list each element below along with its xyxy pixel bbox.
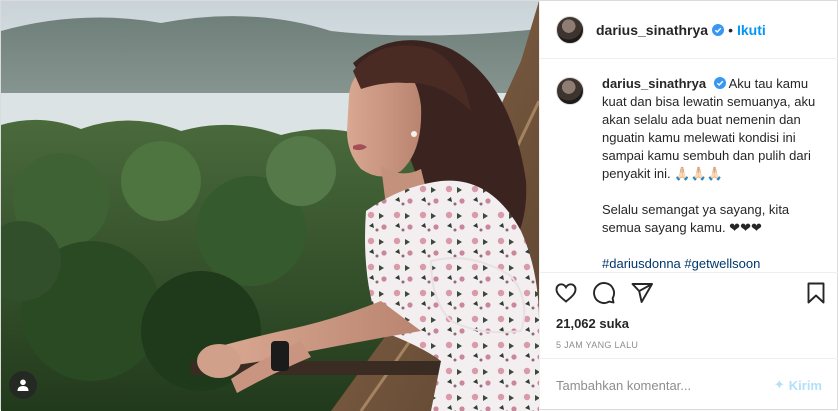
user-tag-icon xyxy=(17,379,29,391)
share-button[interactable] xyxy=(630,281,654,305)
photo-scene xyxy=(1,1,539,411)
send-button[interactable]: ✦ Kirim xyxy=(774,377,822,393)
send-label: Kirim xyxy=(788,377,822,393)
bookmark-icon xyxy=(807,282,825,304)
hashtag-link[interactable]: #getwellsoon xyxy=(684,256,760,271)
caption-text-1: Aku tau kamu kuat dan bisa lewatin semua… xyxy=(602,76,816,181)
caption-paragraph-1: darius_sinathrya Aku tau kamu kuat dan b… xyxy=(602,75,822,183)
comment-input[interactable] xyxy=(556,377,774,393)
instagram-post: darius_sinathrya • Ikuti darius_sinathry… xyxy=(0,0,838,411)
user-tag-button[interactable] xyxy=(9,371,37,399)
caption-body: darius_sinathrya Aku tau kamu kuat dan b… xyxy=(602,75,822,272)
comments-area[interactable]: darius_sinathrya Aku tau kamu kuat dan b… xyxy=(540,59,838,274)
comment-icon xyxy=(593,282,615,305)
post-header: darius_sinathrya • Ikuti xyxy=(540,1,838,59)
caption-avatar[interactable] xyxy=(556,77,584,105)
caption-paragraph-2: Selalu semangat ya sayang, kita semua sa… xyxy=(602,201,822,237)
separator-dot: • xyxy=(728,21,733,38)
author-username[interactable]: darius_sinathrya xyxy=(596,22,708,38)
caption-username[interactable]: darius_sinathrya xyxy=(602,76,706,91)
action-bar xyxy=(540,273,838,313)
verified-badge-icon xyxy=(712,23,725,36)
caption: darius_sinathrya Aku tau kamu kuat dan b… xyxy=(556,75,822,272)
caption-text-2: Selalu semangat ya sayang, kita semua sa… xyxy=(602,202,790,235)
caption-hashtags: #dariusdonna #getwellsoon xyxy=(602,255,822,272)
author-avatar[interactable] xyxy=(556,15,584,44)
post-side-panel: darius_sinathrya • Ikuti darius_sinathry… xyxy=(539,1,838,411)
hashtag-link[interactable]: #dariusdonna xyxy=(602,256,681,271)
header-line: darius_sinathrya • Ikuti xyxy=(584,22,766,38)
comment-button[interactable] xyxy=(592,281,616,305)
emoji-icon[interactable]: ✦ xyxy=(774,377,785,393)
post-timestamp[interactable]: 5 JAM YANG LALU xyxy=(540,335,838,359)
like-button[interactable] xyxy=(554,281,578,305)
caption-verified-badge-icon xyxy=(713,77,726,89)
follow-button[interactable]: Ikuti xyxy=(737,22,766,38)
post-photo[interactable] xyxy=(1,1,539,411)
likes-count[interactable]: 21,062 suka xyxy=(540,313,838,335)
share-icon xyxy=(631,283,653,304)
save-button[interactable] xyxy=(804,281,828,305)
add-comment-bar: ✦ Kirim xyxy=(540,359,838,411)
heart-icon xyxy=(555,283,577,303)
